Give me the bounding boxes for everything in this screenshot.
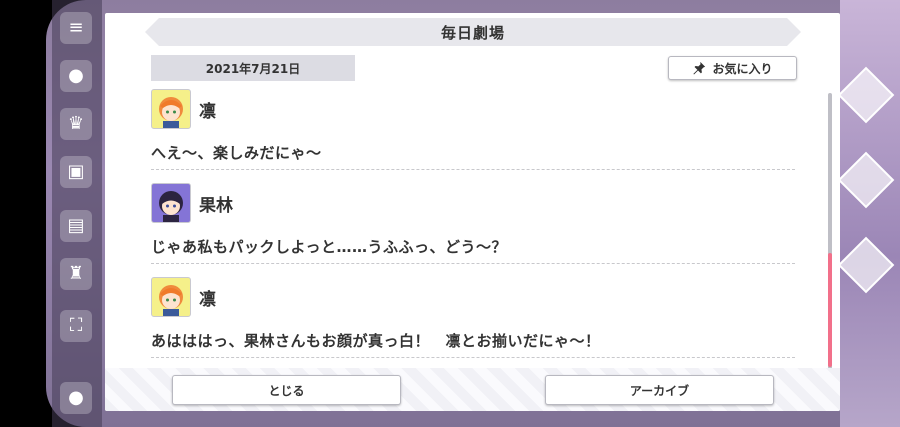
crown-icon: ♛ <box>60 108 92 140</box>
daily-theater-dialog: 毎日劇場 2021年7月21日 お気に入り 凛 へえ〜、楽しみだにゃ〜 果林 じ… <box>105 13 840 411</box>
character-portrait-icon <box>159 285 183 316</box>
avatar-karin <box>151 183 191 223</box>
profile-icon: ● <box>60 382 92 414</box>
close-button[interactable]: とじる <box>172 375 401 405</box>
dialog-title: 毎日劇場 <box>440 23 505 42</box>
gift-icon: ▣ <box>60 156 92 188</box>
background-right-decoration <box>837 0 900 427</box>
message-item: 凛 あはははっ、果林さんもお顔が真っ白！ 凛とお揃いだにゃ〜！ <box>151 276 795 358</box>
chat-icon: ● <box>60 60 92 92</box>
character-portrait-icon <box>159 191 183 222</box>
message-divider <box>151 169 795 170</box>
background-tile <box>837 236 895 294</box>
hamburger-menu-icon: ≡ <box>60 12 92 44</box>
avatar-rin <box>151 277 191 317</box>
message-text: あはははっ、果林さんもお顔が真っ白！ 凛とお揃いだにゃ〜！ <box>151 332 601 350</box>
archive-button[interactable]: アーカイブ <box>545 375 774 405</box>
character-portrait-icon <box>159 97 183 128</box>
message-divider <box>151 263 795 264</box>
dialog-title-bar: 毎日劇場 <box>145 18 801 46</box>
message-item: 凛 へえ〜、楽しみだにゃ〜 <box>151 88 795 170</box>
message-text: へえ〜、楽しみだにゃ〜 <box>151 144 322 162</box>
favorite-button-label: お気に入り <box>712 61 773 76</box>
background-tile <box>837 66 895 124</box>
trophy-icon: ♜ <box>60 258 92 290</box>
scrollbar[interactable] <box>828 93 832 369</box>
message-item: 果林 じゃあ私もパックしよっと……うふふっ、どう〜？ <box>151 182 795 264</box>
speaker-name: 凛 <box>199 289 216 310</box>
speaker-name: 果林 <box>199 195 233 216</box>
speaker-name: 凛 <box>199 101 216 122</box>
date-label: 2021年7月21日 <box>151 55 355 81</box>
speaker-row: 果林 <box>151 182 795 224</box>
message-list[interactable]: 凛 へえ〜、楽しみだにゃ〜 果林 じゃあ私もパックしよっと……うふふっ、どう〜？… <box>151 88 795 358</box>
favorite-button[interactable]: お気に入り <box>668 56 797 80</box>
expand-icon: ⛶ <box>60 310 92 342</box>
message-text: じゃあ私もパックしよっと……うふふっ、どう〜？ <box>151 238 508 256</box>
speaker-row: 凛 <box>151 88 795 130</box>
background-tile <box>837 151 895 209</box>
background-side-menu: ≡ ● ♛ ▣ ▤ ♜ ⛶ ● <box>52 0 102 427</box>
board-icon: ▤ <box>60 210 92 242</box>
avatar-rin <box>151 89 191 129</box>
message-divider <box>151 357 795 358</box>
pushpin-icon <box>693 61 706 75</box>
speaker-row: 凛 <box>151 276 795 318</box>
scrollbar-thumb[interactable] <box>828 253 832 367</box>
